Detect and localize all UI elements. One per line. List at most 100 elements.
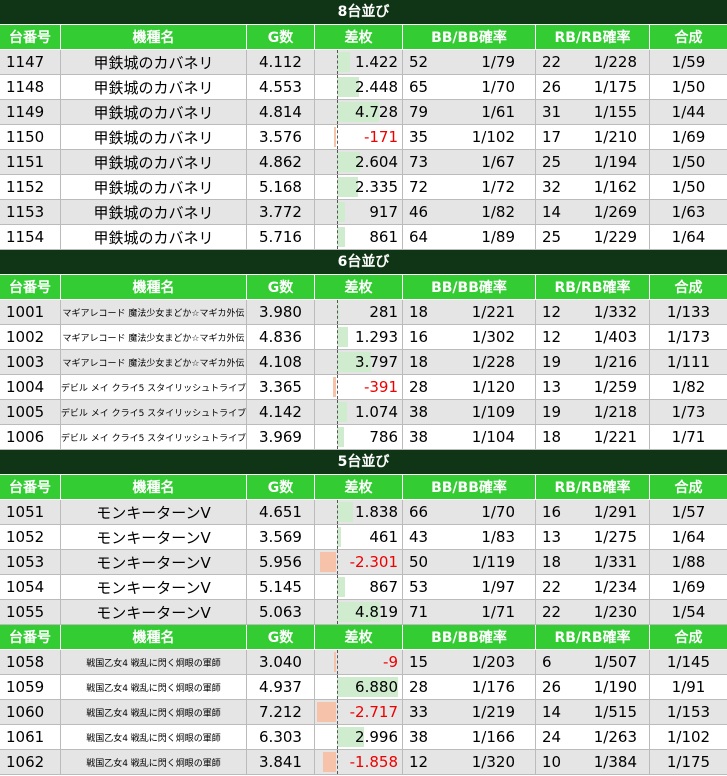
machine-name-cell[interactable]: デビル メイ クライ5 スタイリッシュトライブ (61, 375, 247, 399)
col-header-bb[interactable]: BB/BB確率 (403, 25, 536, 49)
machine-name-cell[interactable]: 戦国乙女4 戦乱に閃く炯眼の軍師 (61, 675, 247, 699)
col-header-bb[interactable]: BB/BB確率 (403, 625, 536, 649)
table-row[interactable]: 1150 甲鉄城のカバネリ 3.576 -171 35 1/102 17 1/210 1/69 (0, 125, 727, 150)
machine-name-cell[interactable]: モンキーターンV (61, 500, 247, 524)
machine-name-cell[interactable]: モンキーターンV (61, 600, 247, 624)
table-row[interactable]: 1004 デビル メイ クライ5 スタイリッシュトライブ 3.365 -391 28 1/… (0, 375, 727, 400)
col-header-unit-number[interactable]: 台番号 (0, 625, 61, 649)
machine-name-cell[interactable]: 甲鉄城のカバネリ (61, 75, 247, 99)
col-header-rb[interactable]: RB/RB確率 (536, 625, 650, 649)
table-row[interactable]: 1005 デビル メイ クライ5 スタイリッシュトライブ 4.142 1.074 38 1… (0, 400, 727, 425)
group-section: 8台並び 台番号 機種名 G数 差枚 BB/BB確率 RB/RB確率 合成 1147 甲鉄城のカバ… (0, 0, 727, 250)
machine-name-cell[interactable]: マギアレコード 魔法少女まどか☆マギカ外伝 (61, 300, 247, 324)
machine-name-cell[interactable]: 甲鉄城のカバネリ (61, 150, 247, 174)
table-row[interactable]: 1148 甲鉄城のカバネリ 4.553 2.448 65 1/70 26 1/175 1/50 (0, 75, 727, 100)
col-header-bb[interactable]: BB/BB確率 (403, 275, 536, 299)
machine-name-cell[interactable]: デビル メイ クライ5 スタイリッシュトライブ (61, 425, 247, 449)
col-header-games[interactable]: G数 (247, 475, 315, 499)
table-row[interactable]: 1051 モンキーターンV 4.651 1.838 66 1/70 16 1/291 1/57 (0, 500, 727, 525)
col-header-rb[interactable]: RB/RB確率 (536, 475, 650, 499)
col-header-unit-number[interactable]: 台番号 (0, 25, 61, 49)
games-count: 4.862 (259, 153, 302, 171)
table-row[interactable]: 1001 マギアレコード 魔法少女まどか☆マギカ外伝 3.980 281 18 1/221… (0, 300, 727, 325)
machine-name: 甲鉄城のカバネリ (93, 103, 214, 122)
table-row[interactable]: 1053 モンキーターンV 5.956 -2.301 50 1/119 18 1/331 1/8… (0, 550, 727, 575)
table-row[interactable]: 1052 モンキーターンV 3.569 461 43 1/83 13 1/275 1/64 (0, 525, 727, 550)
col-header-machine-name[interactable]: 機種名 (61, 275, 247, 299)
table-row[interactable]: 1062 戦国乙女4 戦乱に閃く炯眼の軍師 3.841 -1.858 12 1/320 10… (0, 750, 727, 775)
col-header-games[interactable]: G数 (247, 625, 315, 649)
col-header-machine-name[interactable]: 機種名 (61, 25, 247, 49)
difference-cell: 1.422 (315, 50, 403, 74)
col-header-rb[interactable]: RB/RB確率 (536, 275, 650, 299)
table-row[interactable]: 1153 甲鉄城のカバネリ 3.772 917 46 1/82 14 1/269 1/63 (0, 200, 727, 225)
table-row[interactable]: 1147 甲鉄城のカバネリ 4.112 1.422 52 1/79 22 1/228 1/59 (0, 50, 727, 75)
table-row[interactable]: 1154 甲鉄城のカバネリ 5.716 861 64 1/89 25 1/229 1/64 (0, 225, 727, 250)
machine-name-cell[interactable]: マギアレコード 魔法少女まどか☆マギカ外伝 (61, 350, 247, 374)
col-header-difference[interactable]: 差枚 (315, 25, 403, 49)
machine-name-cell[interactable]: モンキーターンV (61, 550, 247, 574)
table-row[interactable]: 1059 戦国乙女4 戦乱に閃く炯眼の軍師 4.937 6.880 28 1/176 26 1… (0, 675, 727, 700)
machine-name-cell[interactable]: モンキーターンV (61, 525, 247, 549)
col-header-difference[interactable]: 差枚 (315, 475, 403, 499)
col-header-rb[interactable]: RB/RB確率 (536, 25, 650, 49)
games-cell: 4.108 (247, 350, 315, 374)
combined-probability: 1/91 (671, 678, 706, 696)
table-row[interactable]: 1152 甲鉄城のカバネリ 5.168 2.335 72 1/72 32 1/162 1/50 (0, 175, 727, 200)
bb-count: 18 (409, 303, 429, 321)
bb-pair: 15 1/203 (403, 653, 535, 671)
col-header-difference[interactable]: 差枚 (315, 275, 403, 299)
rb-probability: 1/155 (593, 103, 637, 121)
difference-value: 2.448 (355, 78, 398, 96)
machine-name-cell[interactable]: 甲鉄城のカバネリ (61, 175, 247, 199)
col-header-bb[interactable]: BB/BB確率 (403, 475, 536, 499)
zero-axis-line (337, 300, 338, 324)
bb-probability: 1/219 (471, 703, 515, 721)
machine-name-cell[interactable]: 甲鉄城のカバネリ (61, 125, 247, 149)
machine-name-cell[interactable]: 甲鉄城のカバネリ (61, 100, 247, 124)
difference-cell: 2.335 (315, 175, 403, 199)
col-header-combined[interactable]: 合成 (650, 475, 727, 499)
col-header-combined[interactable]: 合成 (650, 25, 727, 49)
zero-axis-line (337, 650, 338, 674)
table-row[interactable]: 1054 モンキーターンV 5.145 867 53 1/97 22 1/234 1/69 (0, 575, 727, 600)
difference-cell: 1.838 (315, 500, 403, 524)
table-row[interactable]: 1061 戦国乙女4 戦乱に閃く炯眼の軍師 6.303 2.996 38 1/166 24 1… (0, 725, 727, 750)
col-header-games[interactable]: G数 (247, 275, 315, 299)
machine-name-cell[interactable]: 甲鉄城のカバネリ (61, 225, 247, 249)
col-header-combined[interactable]: 合成 (650, 275, 727, 299)
rb-pair: 13 1/259 (536, 378, 649, 396)
col-header-combined[interactable]: 合成 (650, 625, 727, 649)
table-row[interactable]: 1149 甲鉄城のカバネリ 4.814 4.728 79 1/61 31 1/155 1/44 (0, 100, 727, 125)
col-header-games[interactable]: G数 (247, 25, 315, 49)
col-header-unit-number[interactable]: 台番号 (0, 275, 61, 299)
machine-name-cell[interactable]: 戦国乙女4 戦乱に閃く炯眼の軍師 (61, 750, 247, 774)
table-row[interactable]: 1058 戦国乙女4 戦乱に閃く炯眼の軍師 3.040 -9 15 1/203 6 1/507… (0, 650, 727, 675)
machine-name-cell[interactable]: 戦国乙女4 戦乱に閃く炯眼の軍師 (61, 725, 247, 749)
bb-pair: 50 1/119 (403, 553, 535, 571)
bb-cell: 79 1/61 (403, 100, 536, 124)
machine-name-cell[interactable]: デビル メイ クライ5 スタイリッシュトライブ (61, 400, 247, 424)
table-header-row: 台番号 機種名 G数 差枚 BB/BB確率 RB/RB確率 合成 (0, 25, 727, 50)
col-header-unit-number[interactable]: 台番号 (0, 475, 61, 499)
machine-name-cell[interactable]: マギアレコード 魔法少女まどか☆マギカ外伝 (61, 325, 247, 349)
machine-name-cell[interactable]: 甲鉄城のカバネリ (61, 200, 247, 224)
table-row[interactable]: 1002 マギアレコード 魔法少女まどか☆マギカ外伝 4.836 1.293 16 1/3… (0, 325, 727, 350)
rb-cell: 13 1/259 (536, 375, 650, 399)
table-row[interactable]: 1060 戦国乙女4 戦乱に閃く炯眼の軍師 7.212 -2.717 33 1/219 14… (0, 700, 727, 725)
table-row[interactable]: 1006 デビル メイ クライ5 スタイリッシュトライブ 3.969 786 38 1/1… (0, 425, 727, 450)
machine-name-cell[interactable]: 甲鉄城のカバネリ (61, 50, 247, 74)
bb-pair: 46 1/82 (403, 203, 535, 221)
col-header-machine-name[interactable]: 機種名 (61, 475, 247, 499)
col-header-machine-name[interactable]: 機種名 (61, 625, 247, 649)
difference-value: 917 (369, 203, 398, 221)
machine-name-cell[interactable]: 戦国乙女4 戦乱に閃く炯眼の軍師 (61, 650, 247, 674)
machine-name-cell[interactable]: 戦国乙女4 戦乱に閃く炯眼の軍師 (61, 700, 247, 724)
combined-probability: 1/102 (666, 728, 711, 746)
table-row[interactable]: 1055 モンキーターンV 5.063 4.819 71 1/71 22 1/230 1/54 (0, 600, 727, 625)
col-header-difference[interactable]: 差枚 (315, 625, 403, 649)
table-row[interactable]: 1151 甲鉄城のカバネリ 4.862 2.604 73 1/67 25 1/194 1/50 (0, 150, 727, 175)
table-row[interactable]: 1003 マギアレコード 魔法少女まどか☆マギカ外伝 4.108 3.797 18 1/2… (0, 350, 727, 375)
difference-cell: 6.880 (315, 675, 403, 699)
machine-name-cell[interactable]: モンキーターンV (61, 575, 247, 599)
